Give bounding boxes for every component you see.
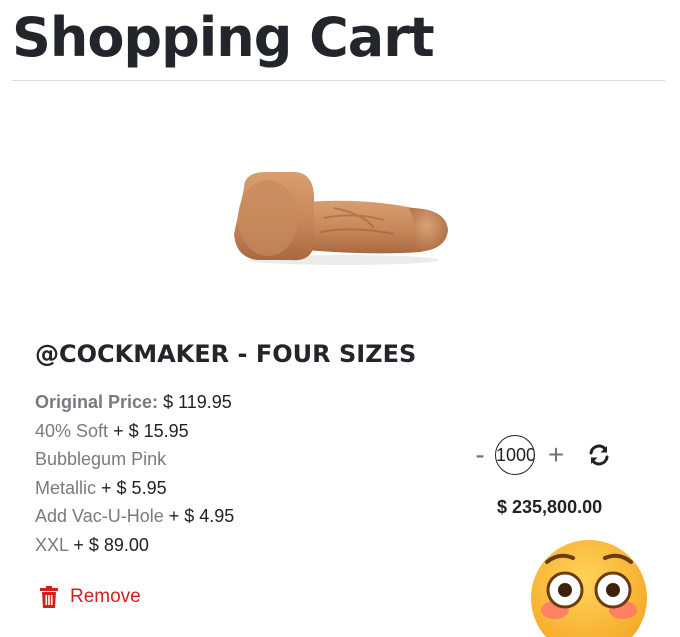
option-label: Bubblegum Pink	[35, 449, 167, 470]
page-title: Shopping Cart	[12, 6, 435, 69]
option-label: 40% Soft	[35, 420, 109, 441]
quantity-decrement-button[interactable]: -	[471, 434, 489, 476]
option-price: + $ 15.95	[113, 420, 189, 441]
line-total: $ 235,800.00	[497, 497, 603, 517]
option-row-soft: 40% Soft + $ 15.95	[35, 417, 234, 446]
trash-icon	[40, 586, 58, 608]
title-divider	[12, 80, 665, 81]
option-price: $ 119.95	[163, 392, 232, 412]
option-label: Add Vac-U-Hole	[35, 506, 164, 527]
option-price: + $ 5.95	[101, 477, 167, 498]
refresh-icon[interactable]	[587, 443, 611, 467]
option-label: Metallic	[35, 477, 97, 498]
remove-label: Remove	[70, 586, 141, 607]
option-row-color: Bubblegum Pink	[35, 445, 234, 474]
quantity-stepper: - +	[471, 434, 641, 476]
option-row-size: XXL + $ 89.00	[35, 531, 234, 560]
option-row-finish: Metallic + $ 5.95	[35, 474, 234, 503]
product-image	[234, 172, 448, 265]
option-row-original-price: Original Price: $ 119.95	[35, 388, 234, 417]
product-name: @COCKMAKER - FOUR SIZES	[35, 340, 417, 368]
quantity-increment-button[interactable]: +	[543, 434, 569, 476]
option-label: XXL	[35, 534, 69, 555]
option-label: Original Price:	[35, 392, 159, 412]
remove-button[interactable]: Remove	[40, 586, 141, 608]
quantity-input[interactable]	[495, 435, 535, 475]
flushed-face-emoji	[531, 540, 647, 637]
option-row-addon: Add Vac-U-Hole + $ 4.95	[35, 502, 234, 531]
option-price: + $ 4.95	[168, 506, 235, 527]
option-price: + $ 89.00	[73, 534, 149, 555]
product-options: Original Price: $ 119.95 40% Soft + $ 15…	[35, 388, 234, 560]
